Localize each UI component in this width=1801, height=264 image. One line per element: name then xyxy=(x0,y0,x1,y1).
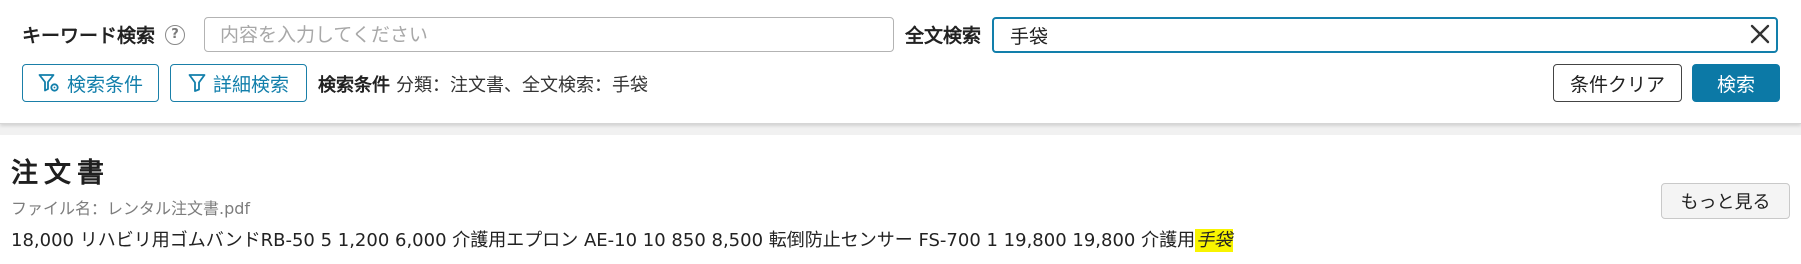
clear-conditions-button[interactable]: 条件クリア xyxy=(1553,64,1682,102)
detail-search-label: 詳細検索 xyxy=(212,73,289,96)
result-file-name: ファイル名：レンタル注文書.pdf xyxy=(11,199,251,218)
filter-settings-icon xyxy=(38,74,59,92)
snippet-highlight: 手袋 xyxy=(1195,229,1234,252)
search-conditions-summary: 検索条件 分類：注文書、全文検索：手袋 xyxy=(318,71,648,97)
search-conditions-button[interactable]: 検索条件 xyxy=(22,64,159,102)
detail-search-button[interactable]: 詳細検索 xyxy=(170,64,307,102)
close-icon[interactable] xyxy=(1748,22,1772,46)
keyword-search-input[interactable] xyxy=(204,17,894,52)
keyword-search-label: キーワード検索 xyxy=(22,25,156,47)
search-panel: キーワード検索 ? 全文検索 検索条件 詳細検索 検索条件分類：注文書、全文検索… xyxy=(0,0,1801,124)
filter-icon xyxy=(188,74,206,92)
result-snippet: 18,000 リハビリ用ゴムバンドRB-50 5 1,200 6,000 介護用… xyxy=(11,226,1234,252)
show-more-button[interactable]: もっと見る xyxy=(1661,183,1790,219)
search-button[interactable]: 検索 xyxy=(1692,64,1780,102)
fulltext-search-input[interactable] xyxy=(992,17,1778,53)
snippet-text: 18,000 リハビリ用ゴムバンドRB-50 5 1,200 6,000 介護用… xyxy=(11,230,1196,251)
fulltext-search-label: 全文検索 xyxy=(905,25,982,47)
help-icon[interactable]: ? xyxy=(165,25,185,45)
result-title: 注文書 xyxy=(11,158,110,189)
summary-label: 検索条件 xyxy=(318,75,390,96)
summary-value: 分類：注文書、全文検索：手袋 xyxy=(396,75,648,96)
search-conditions-label: 検索条件 xyxy=(66,73,143,96)
